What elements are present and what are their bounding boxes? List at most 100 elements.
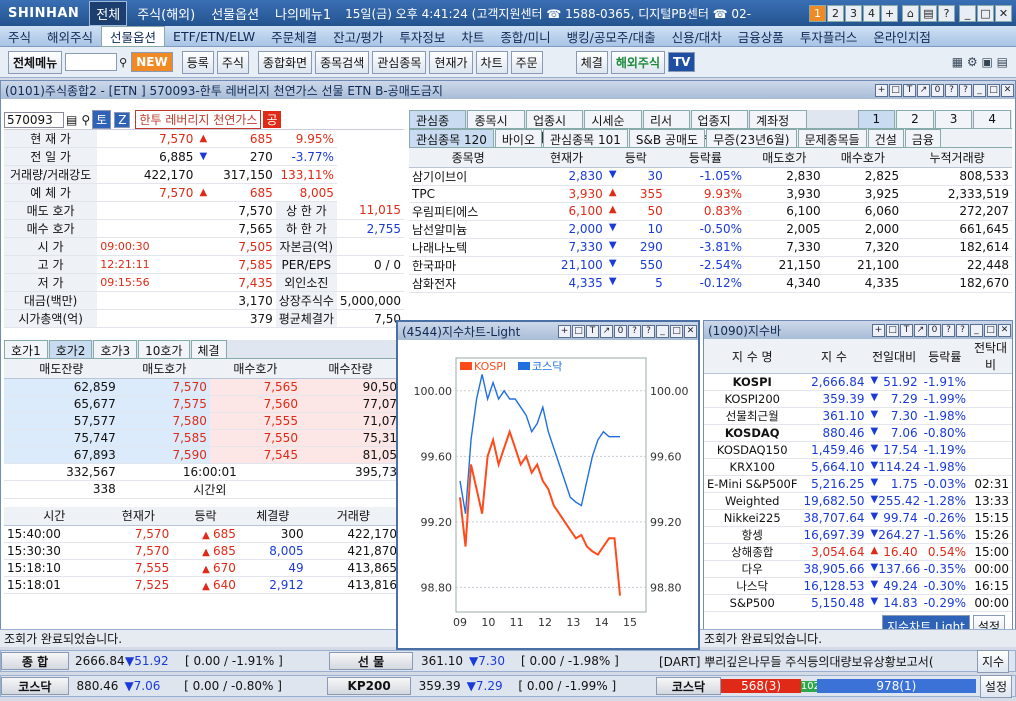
watchlist-page-tab[interactable]: 3 xyxy=(934,110,973,128)
stock-toggle-button[interactable]: 토 xyxy=(92,110,112,129)
list-icon[interactable]: ▤ xyxy=(66,113,77,127)
menu-stock[interactable]: 주식 xyxy=(0,27,39,46)
watchlist-group-tab[interactable]: 문제종목들 xyxy=(797,129,867,147)
index-bar-controls[interactable]: + □ T ↗ 0?? _ □ ✕ xyxy=(872,323,1012,337)
screen-search-input[interactable] xyxy=(65,53,118,71)
index-row[interactable]: KOSDAQ150 1,459.46 ▼ 17.54 -1.19% xyxy=(704,441,1012,459)
watchlist-button[interactable]: 관심종목 xyxy=(372,50,427,74)
menu-products[interactable]: 금융상품 xyxy=(730,27,792,46)
watchlist-row[interactable]: 우림피티에스 6,100 ▲ 50 0.83% 6,100 6,060 272,207 xyxy=(409,202,1012,221)
watchlist-row[interactable]: TPC 3,930 ▲ 355 9.93% 3,930 3,925 2,333,519 xyxy=(409,185,1012,203)
index-row[interactable]: KOSDAQ 880.46 ▼ 7.06 -0.80% xyxy=(704,424,1012,442)
menu-chart[interactable]: 차트 xyxy=(453,27,492,46)
tv-button[interactable]: TV xyxy=(668,52,696,72)
index-row[interactable]: Weighted 19,682.50 ▼ 255.42 -1.28% 13:33 xyxy=(704,492,1012,510)
screen-2-button[interactable]: 2 xyxy=(827,4,844,22)
watchlist-page-tab[interactable]: 2 xyxy=(896,110,934,128)
menu-invest-plus[interactable]: 투자플러스 xyxy=(792,27,866,46)
watchlist-group-tab[interactable]: 바이오 xyxy=(494,129,543,147)
watchlist-tab[interactable]: 종목시세 xyxy=(467,110,525,145)
watchlist-group-tab[interactable]: 금융 xyxy=(904,129,941,147)
menu-overseas[interactable]: 해외주식 xyxy=(39,27,101,46)
order-button[interactable]: 주문 xyxy=(510,50,543,74)
tab-futures[interactable]: 선물옵션 xyxy=(205,2,265,25)
index-button[interactable]: 지수 xyxy=(977,649,1010,673)
watchlist-group-tab[interactable]: 관심종목 120 xyxy=(409,129,494,147)
orderbook-tab[interactable]: 호가1 xyxy=(4,340,48,358)
watchlist-page-tab[interactable]: 1 xyxy=(857,110,896,128)
all-menu-button[interactable]: 전체메뉴 xyxy=(8,50,63,74)
menu-mini[interactable]: 종합/미니 xyxy=(492,27,558,46)
watchlist-group-tab[interactable]: S&B 공매도 xyxy=(628,129,706,147)
menu-credit[interactable]: 신용/대차 xyxy=(664,27,730,46)
maximize-icon[interactable]: □ xyxy=(977,4,994,22)
exec-button[interactable]: 체결 xyxy=(575,50,608,74)
chart-window-controls[interactable]: + □ T ↗ 0?? _ □ ✕ xyxy=(558,324,698,338)
stock-code-input[interactable]: 570093 xyxy=(4,111,64,128)
index-row[interactable]: KOSPI200 359.39 ▼ 7.29 -1.99% xyxy=(704,390,1012,408)
overseas-stock-button[interactable]: 해외주식 xyxy=(610,50,665,74)
watchlist-row[interactable]: 삼기이브이 2,830 ▼ 30 -1.05% 2,830 2,825 808,533 xyxy=(409,167,1012,186)
search-icon[interactable]: ⚲ xyxy=(81,113,90,127)
help-icon[interactable]: ? xyxy=(938,4,955,22)
breadth-settings-button[interactable]: 설정 xyxy=(979,674,1013,698)
chart-button[interactable]: 차트 xyxy=(475,50,508,74)
index-row[interactable]: 항셍 16,697.39 ▼ 264.27 -1.56% 15:26 xyxy=(704,526,1012,544)
menu-balance[interactable]: 잔고/평가 xyxy=(325,27,391,46)
new-button[interactable]: NEW xyxy=(131,52,173,72)
watchlist-page-tab[interactable]: 4 xyxy=(973,110,1012,128)
ticker-name[interactable]: KP200 xyxy=(327,677,411,695)
orderbook-tab[interactable]: 체결 xyxy=(190,340,227,358)
watchlist-row[interactable]: 남선알미늄 2,000 ▼ 10 -0.50% 2,005 2,000 661,645 xyxy=(409,220,1012,239)
breadth-name[interactable]: 코스닥 xyxy=(655,677,722,695)
watchlist-tab[interactable]: 업종지수 xyxy=(690,110,749,145)
screen-3-button[interactable]: 3 xyxy=(845,4,862,22)
tab-mymenu[interactable]: 나의메뉴1 xyxy=(269,2,337,25)
orderbook-tab[interactable]: 호가3 xyxy=(93,340,138,358)
stock-select[interactable]: 주식 xyxy=(216,50,249,74)
menu-online[interactable]: 온라인지점 xyxy=(865,27,939,46)
watchlist-group-tab[interactable]: 무증(23년6월) xyxy=(706,129,797,147)
watchlist-row[interactable]: 나래나노텍 7,330 ▼ 290 -3.81% 7,330 7,320 182,614 xyxy=(409,238,1012,257)
grid-icon[interactable]: ▤ xyxy=(920,4,937,22)
screen-1-button[interactable]: 1 xyxy=(809,4,826,22)
watchlist-tab[interactable]: 관심종목 xyxy=(409,110,467,145)
add-screen-button[interactable]: + xyxy=(881,4,898,22)
index-row[interactable]: 나스닥 16,128.53 ▼ 49.24 -0.30% 16:15 xyxy=(704,577,1012,595)
price-button[interactable]: 현재가 xyxy=(429,50,473,74)
menu-invest-info[interactable]: 투자정보 xyxy=(391,27,453,46)
watchlist-group-tab[interactable]: 건설 xyxy=(867,129,904,147)
watchlist-tab[interactable]: 리서치 xyxy=(642,110,690,145)
minimize-icon[interactable]: _ xyxy=(959,4,976,22)
watchlist-tab[interactable]: 시세순위 xyxy=(584,110,642,145)
news-ticker[interactable]: [DART] 뿌리깊은나무들 주식등의대량보유상황보고서( xyxy=(659,653,977,670)
stock-search-button[interactable]: 종목검색 xyxy=(315,50,370,74)
search-icon[interactable]: ⚲ xyxy=(119,56,127,69)
watchlist-tab[interactable]: 계좌정보 xyxy=(749,110,807,145)
index-row[interactable]: 다우 38,905.66 ▼ 137.66 -0.35% 00:00 xyxy=(704,560,1012,578)
tab-overseas[interactable]: 주식(해외) xyxy=(131,2,201,25)
watchlist-row[interactable]: 한국파마 21,100 ▼ 550 -2.54% 21,150 21,100 22,448 xyxy=(409,256,1012,275)
menu-futures[interactable]: 선물옵션 xyxy=(101,25,166,47)
index-row[interactable]: Nikkei225 38,707.64 ▼ 99.74 -0.26% 15:15 xyxy=(704,509,1012,527)
watchlist-group-tab[interactable]: 관심종목 101 xyxy=(543,129,628,147)
watchlist-row[interactable]: 삼화전자 4,335 ▼ 5 -0.12% 4,340 4,335 182,670 xyxy=(409,274,1012,293)
orderbook-tab[interactable]: 10호가 xyxy=(138,340,190,358)
register-button[interactable]: 등록 xyxy=(181,50,214,74)
overview-button[interactable]: 종합화면 xyxy=(257,50,313,74)
tab-all[interactable]: 전체 xyxy=(89,0,128,26)
index-row[interactable]: KOSPI 2,666.84 ▼ 51.92 -1.91% xyxy=(704,373,1012,391)
menu-etf[interactable]: ETF/ETN/ELW xyxy=(165,29,263,44)
index-row[interactable]: S&P500 5,150.48 ▼ 14.83 -0.29% 00:00 xyxy=(704,594,1012,612)
menu-banking[interactable]: 뱅킹/공모주/대출 xyxy=(559,27,664,46)
ticker-name[interactable]: 코스닥 xyxy=(1,677,69,695)
index-row[interactable]: 선물최근월 361.10 ▼ 7.30 -1.98% xyxy=(704,407,1012,425)
index-row[interactable]: KRX100 5,664.10 ▼ 114.24 -1.98% xyxy=(704,458,1012,476)
layout-icons[interactable]: ▦ ⚙ ▣ ▤ xyxy=(952,55,1016,69)
index-row[interactable]: 상해종합 3,054.64 ▲ 16.40 0.54% 15:00 xyxy=(704,543,1012,561)
window-controls[interactable]: + □ T ↗ 0?? _ □ ✕ xyxy=(875,83,1015,97)
ticker-name[interactable]: 선 물 xyxy=(329,652,413,670)
close-icon[interactable]: ✕ xyxy=(995,4,1012,22)
z-button[interactable]: Z xyxy=(114,111,131,128)
screen-4-button[interactable]: 4 xyxy=(863,4,880,22)
